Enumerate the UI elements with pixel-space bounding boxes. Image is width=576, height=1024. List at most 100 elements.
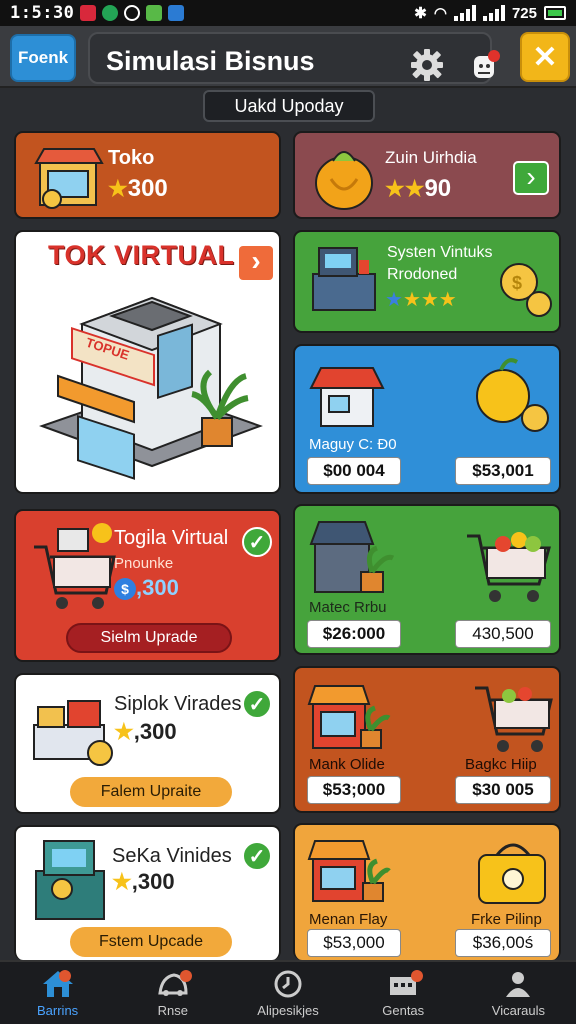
menan-title-right: Frke Pilinp <box>471 911 542 928</box>
mank-title-left: Mank Olide <box>309 756 385 773</box>
siplok-card[interactable]: Siplok Virades ★,300 ✓ Falem Upraite <box>14 673 281 814</box>
matec-title: Matec Rrbu <box>309 599 387 616</box>
togila-title: Togila Virtual <box>114 527 229 549</box>
virtual-shop-card[interactable]: TOK VIRTUAL › TOPUE <box>14 230 281 494</box>
close-button[interactable]: ✕ <box>520 32 570 82</box>
seka-upgrade-button[interactable]: Fstem Upcade <box>70 927 232 957</box>
seka-amount-row: ★,300 <box>112 869 175 895</box>
magu-title: Maguy C: Đ0 <box>309 436 397 453</box>
zuin-next-button[interactable]: › <box>513 161 549 195</box>
title-bar: Simulasi Bisnus <box>88 32 500 84</box>
app-header: Foenk Simulasi Bisnus ✕ <box>0 26 576 88</box>
fruit-coin-icon <box>476 358 549 432</box>
grocery-cart-icon <box>467 532 551 602</box>
nav-rnse[interactable]: Rnse <box>115 962 230 1024</box>
nav-rnse-label: Rnse <box>157 1002 188 1018</box>
system-card[interactable]: Systen Vintuks Rrodoned ★★★★ $ <box>293 230 561 333</box>
shop-front-icon <box>307 840 391 902</box>
togila-check-icon: ✓ <box>242 527 272 557</box>
kiosk-icon <box>309 367 385 427</box>
register-icon <box>312 247 376 311</box>
nav-vicarauls[interactable]: Vicarauls <box>461 962 576 1024</box>
magu-card[interactable]: Maguy C: Đ0 $00 004 $53,001 <box>293 344 561 494</box>
system-stars: ★★★★ <box>385 289 457 311</box>
star-icon: ★ <box>114 719 134 744</box>
togila-subtitle: Pnounke <box>114 555 174 572</box>
menan-price-right: $36,00ś <box>455 929 551 957</box>
togila-upgrade-button[interactable]: Sielm Uprade <box>66 623 232 653</box>
menan-price-left: $53,000 <box>307 929 401 957</box>
update-banner[interactable]: Uakd Upoday <box>203 90 375 122</box>
battery-icon <box>544 6 566 20</box>
signal-icon <box>453 5 476 21</box>
market-stall-icon <box>309 521 395 593</box>
virtual-shop-title: TOK VIRTUAL <box>48 240 235 270</box>
storefront-small-icon <box>307 685 391 749</box>
zuin-card[interactable]: Zuin Uirhdia ★★90 › <box>293 131 561 219</box>
back-button[interactable]: Foenk <box>10 34 76 82</box>
wifi-icon: ◠ <box>433 5 447 22</box>
user-icon <box>506 971 531 997</box>
magu-price-left: $00 004 <box>307 457 401 485</box>
toko-amount-row: ★300 <box>108 175 168 203</box>
virtual-next-button[interactable]: › <box>239 246 273 280</box>
coins-icon: $ <box>500 263 552 317</box>
togila-amount-row: $ ,300 <box>114 575 179 601</box>
profile-icon[interactable] <box>468 48 502 82</box>
play-icon <box>102 5 119 21</box>
toko-title: Toko <box>108 147 155 169</box>
siplok-amount-row: ★,300 <box>114 719 177 745</box>
nav-gentas-label: Gentas <box>382 1002 425 1018</box>
matec-card[interactable]: Matec Rrbu $26:000 430,500 <box>293 504 561 655</box>
system-line2: Rrodoned <box>387 266 458 283</box>
nav-home[interactable]: Barrins <box>0 962 115 1024</box>
diamond-coin-icon: $ <box>114 578 136 601</box>
golden-fruit-icon <box>315 151 373 210</box>
togila-card[interactable]: Togila Virtual Pnounke $ ,300 ✓ Sielm Upr… <box>14 509 281 662</box>
menan-card[interactable]: Menan Flay Frke Pilinp $53,000 $36,00ś <box>293 823 561 960</box>
storefront-illustration: TOPUE <box>39 296 263 480</box>
nav-alipesikjes-label: Alipesikjes <box>257 1002 319 1018</box>
photo-app-icon <box>146 5 163 21</box>
seka-amount: ,300 <box>131 869 175 894</box>
notification-app-icon <box>80 5 97 21</box>
mank-title-right: Bagkc Hiip <box>465 756 537 773</box>
nav-alipesikjes[interactable]: Alipesikjes <box>230 962 345 1024</box>
svg-text:$: $ <box>512 273 522 293</box>
nav-rnse-badge <box>180 970 193 982</box>
nav-home-label: Barrins <box>37 1002 79 1018</box>
mank-card[interactable]: Mank Olide Bagkc Hiip $53;000 $30 005 <box>293 666 561 813</box>
matec-price-left: $26:000 <box>307 620 401 648</box>
star-icon: ★★ <box>385 176 425 201</box>
mank-price-right: $30 005 <box>455 776 551 804</box>
zuin-amount: 90 <box>424 175 452 202</box>
seka-check-icon: ✓ <box>242 841 272 871</box>
siplok-upgrade-button[interactable]: Falem Upraite <box>70 777 232 807</box>
gear-icon[interactable] <box>410 48 444 82</box>
zuin-amount-row: ★★90 <box>385 175 451 203</box>
zuin-title: Zuin Uirhdia <box>385 148 477 167</box>
shop-icon <box>34 148 104 209</box>
togila-amount: ,300 <box>136 575 179 600</box>
nav-gentas[interactable]: Gentas <box>346 962 461 1024</box>
battery-percent: 725 <box>511 4 537 22</box>
store-app-icon <box>168 5 185 21</box>
seka-card[interactable]: SeKa Vinides ★,300 ✓ Fstem Upcade <box>14 825 281 960</box>
siplok-check-icon: ✓ <box>242 689 272 719</box>
magu-price-right: $53,001 <box>455 457 551 485</box>
page-title: Simulasi Bisnus <box>106 46 315 76</box>
sync-icon <box>124 5 141 21</box>
cart-icon <box>34 523 116 609</box>
signal-icon-2 <box>482 5 505 21</box>
toko-card[interactable]: Toko ★300 <box>14 131 281 219</box>
counter-icon <box>33 700 113 766</box>
star-icon: ★ <box>108 176 128 201</box>
clock-icon <box>274 970 302 997</box>
shopping-cart-icon <box>475 686 553 752</box>
star-icon: ★ <box>112 869 132 894</box>
siplok-title: Siplok Virades <box>114 693 242 715</box>
seka-title: SeKa Vinides <box>112 845 232 867</box>
toko-amount: 300 <box>127 175 168 202</box>
nav-gentas-badge <box>410 970 423 982</box>
status-bar: 1:5:30 ✱ ◠ 725 <box>0 0 576 26</box>
